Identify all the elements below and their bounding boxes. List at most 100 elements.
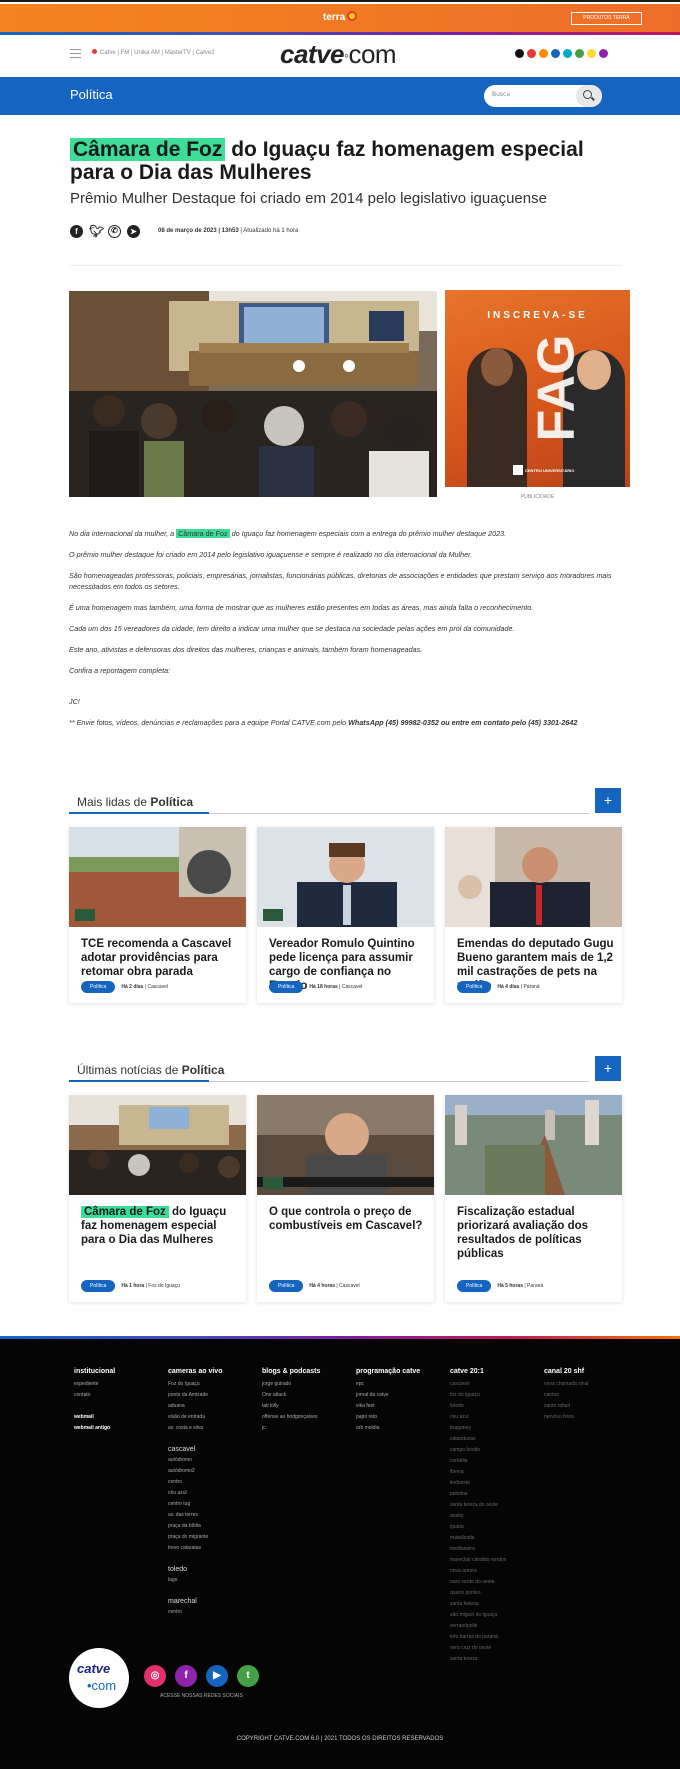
footer-link[interactable]: iguatu <box>450 1522 506 1533</box>
footer-link[interactable]: vera cruz do oeste <box>450 1643 506 1654</box>
paragraph: ** Envie fotos, vídeos, denúncias e recl… <box>69 718 578 727</box>
news-card[interactable]: O que controla o preço de combustíveis e… <box>257 1095 434 1302</box>
footer-link[interactable]: palotina <box>450 1489 506 1500</box>
ad-banner[interactable]: INSCREVA-SE FAG CENTRO UNIVERSITÁRIO <box>445 290 630 487</box>
footer-link[interactable]: av. das torres <box>168 1510 222 1521</box>
card-title[interactable]: TCE recomenda a Cascavel adotar providên… <box>81 937 239 979</box>
footer-link[interactable]: Foz do Iguaçu <box>168 1379 222 1390</box>
footer-link[interactable]: céu azul <box>450 1412 506 1423</box>
card-title[interactable]: O que controla o preço de combustíveis e… <box>269 1205 427 1233</box>
search-button[interactable] <box>576 85 602 107</box>
category-pill[interactable]: Política <box>269 1279 304 1292</box>
heading-underline <box>69 812 589 814</box>
card-title[interactable]: Fiscalização estadual priorizará avaliaç… <box>457 1205 615 1261</box>
footer-link[interactable]: autódromo2 <box>168 1466 222 1477</box>
footer-link[interactable]: foz do iguaçu <box>450 1390 506 1401</box>
footer-link[interactable]: praça da bíblia <box>168 1521 222 1532</box>
youtube-icon[interactable]: ▶ <box>206 1665 228 1687</box>
footer-link[interactable]: praça do migrante <box>168 1532 222 1543</box>
facebook-icon[interactable]: f <box>175 1665 197 1687</box>
news-card[interactable]: Vereador Romulo Quintino pede licença pa… <box>257 827 434 1003</box>
footer-link[interactable]: centro <box>168 1607 222 1618</box>
footer-link[interactable]: webmail antigo <box>74 1423 115 1434</box>
footer-link[interactable]: três barras do paraná <box>450 1632 506 1643</box>
footer-link[interactable]: vika feet <box>356 1401 420 1412</box>
terra-logo[interactable]: terra <box>323 11 358 23</box>
footer-link[interactable]: nova chamada sinal <box>544 1379 588 1390</box>
footer-link[interactable]: corbélia <box>450 1456 506 1467</box>
footer-link[interactable]: One attack <box>262 1390 320 1401</box>
footer-link[interactable]: ibema <box>450 1467 506 1478</box>
more-button[interactable]: + <box>595 788 621 813</box>
card-title[interactable]: Câmara de Foz do Iguaçu faz homenagem es… <box>81 1205 239 1247</box>
terra-products-button[interactable]: PRODUTOS TERRA <box>571 12 642 25</box>
footer-link[interactable]: campo bonito <box>450 1445 506 1456</box>
footer-link[interactable]: anahy <box>450 1511 506 1522</box>
search-box[interactable]: Busca <box>484 85 602 107</box>
footer-link[interactable]: cantos <box>544 1390 588 1401</box>
footer-link[interactable]: webmail <box>74 1412 115 1423</box>
footer-link[interactable]: céu azul <box>168 1488 222 1499</box>
footer-link[interactable]: autódromo <box>168 1455 222 1466</box>
footer-link[interactable]: ponte da Amizade <box>168 1390 222 1401</box>
facebook-icon[interactable]: f <box>70 224 83 238</box>
footer-link[interactable]: santo rafael <box>544 1401 588 1412</box>
footer-link[interactable]: visão de entrada <box>168 1412 222 1423</box>
news-card[interactable]: TCE recomenda a Cascavel adotar providên… <box>69 827 246 1003</box>
footer-link[interactable]: centro <box>168 1477 222 1488</box>
footer-link[interactable]: nova aurora <box>450 1566 506 1577</box>
news-card[interactable]: Emendas do deputado Gugu Bueno garantem … <box>445 827 622 1003</box>
footer-link[interactable]: catanduvas <box>450 1434 506 1445</box>
catve-logo[interactable]: catve◦com <box>280 39 397 70</box>
footer-link[interactable]: toledo <box>450 1401 506 1412</box>
footer-link[interactable]: serranópolis <box>450 1621 506 1632</box>
footer-link[interactable]: santa tereza do oeste <box>450 1500 506 1511</box>
category-pill[interactable]: Política <box>457 1279 492 1292</box>
footer-link[interactable]: jorge guirado <box>262 1379 320 1390</box>
paragraph: Este ano, ativistas e defensoras dos dir… <box>69 645 423 654</box>
footer-link[interactable]: ouro verde do oeste <box>450 1577 506 1588</box>
footer-link[interactable]: orb moldia <box>356 1423 420 1434</box>
footer-link[interactable]: av. costa e silva <box>168 1423 222 1434</box>
footer-link[interactable]: tati lolly <box>262 1401 320 1412</box>
footer-link[interactable]: braganey <box>450 1423 506 1434</box>
category-pill[interactable]: Política <box>457 980 492 993</box>
footer-link[interactable]: offense ao hodgonçalves <box>262 1412 320 1423</box>
footer-link[interactable]: epc <box>356 1379 420 1390</box>
footer-link[interactable]: nervoso fotos <box>544 1412 588 1423</box>
footer-logo[interactable]: catve •com <box>69 1648 129 1708</box>
search-input[interactable]: Busca <box>492 91 510 98</box>
footer-link[interactable]: são miguel do iguaçu <box>450 1610 506 1621</box>
category-pill[interactable]: Política <box>269 980 304 993</box>
section-title[interactable]: Política <box>70 87 113 102</box>
twitter-icon[interactable]: t <box>237 1665 259 1687</box>
footer-link[interactable]: santa helena <box>450 1599 506 1610</box>
footer-link[interactable]: quatro pontes <box>450 1588 506 1599</box>
footer-link[interactable]: cascavel <box>450 1379 506 1390</box>
footer-link[interactable]: lago <box>168 1575 222 1586</box>
instagram-icon[interactable]: ◎ <box>144 1665 166 1687</box>
footer-link[interactable]: contato <box>74 1390 115 1401</box>
category-pill[interactable]: Política <box>81 980 116 993</box>
footer-link[interactable]: aduana <box>168 1401 222 1412</box>
footer-link[interactable]: matelândia <box>450 1533 506 1544</box>
category-pill[interactable]: Política <box>81 1279 116 1292</box>
footer-link[interactable]: trevo cataratas <box>168 1543 222 1554</box>
twitter-icon[interactable]: 🐦︎ <box>89 224 104 238</box>
news-card[interactable]: Câmara de Foz do Iguaçu faz homenagem es… <box>69 1095 246 1302</box>
footer-link[interactable]: expediente <box>74 1379 115 1390</box>
telegram-icon[interactable]: ➤ <box>127 224 140 238</box>
footer-link[interactable]: medianeira <box>450 1544 506 1555</box>
whatsapp-icon[interactable]: ✆ <box>108 224 121 238</box>
network-links[interactable]: Catve | FM | Unika AM | MasterTV | Catve… <box>92 49 215 56</box>
news-card[interactable]: Fiscalização estadual priorizará avaliaç… <box>445 1095 622 1302</box>
footer-link[interactable]: centro tug <box>168 1499 222 1510</box>
more-button[interactable]: + <box>595 1056 621 1081</box>
footer-link[interactable]: papo reto <box>356 1412 420 1423</box>
footer-link[interactable]: lindoeste <box>450 1478 506 1489</box>
footer-link[interactable]: santa tereza <box>450 1654 506 1665</box>
hamburger-menu-icon[interactable] <box>70 49 81 58</box>
footer-link[interactable]: jornal da catve <box>356 1390 420 1401</box>
footer-link[interactable]: jc <box>262 1423 320 1434</box>
footer-link[interactable]: marechal cândido rondon <box>450 1555 506 1566</box>
